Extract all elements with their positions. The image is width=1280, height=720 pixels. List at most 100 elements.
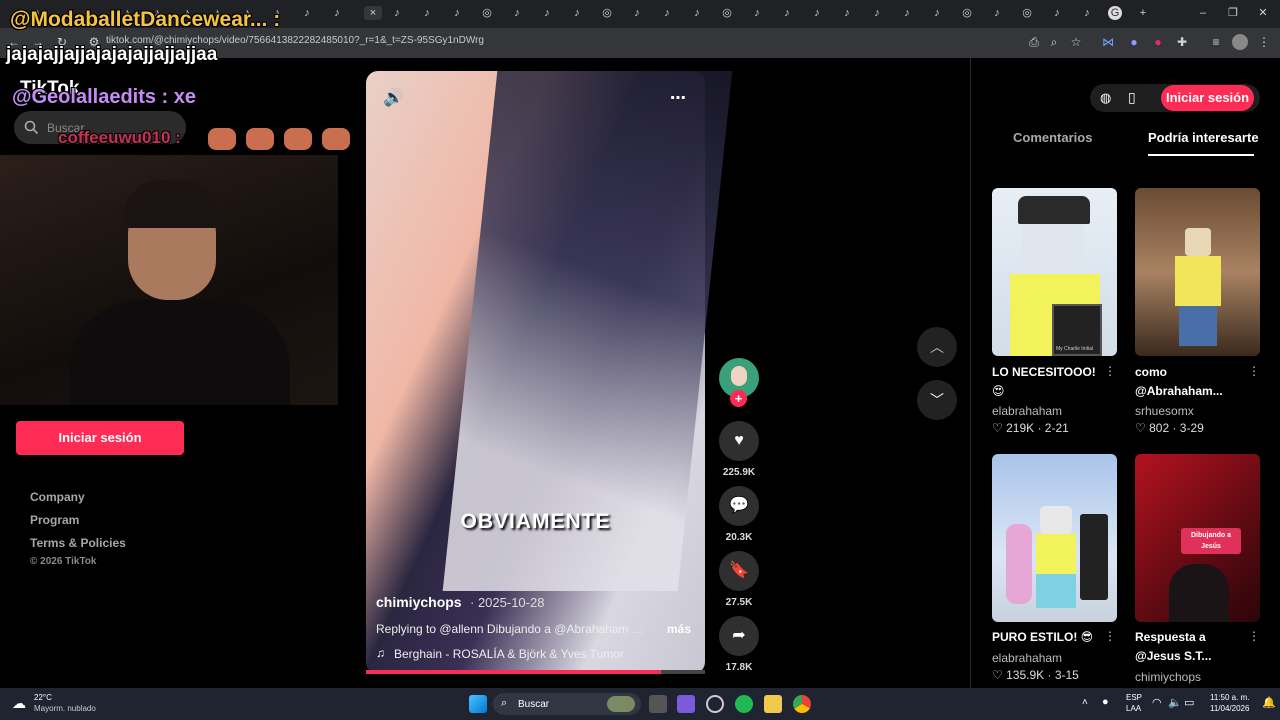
extension-icon[interactable]: ● <box>1150 34 1166 50</box>
task-view-icon[interactable] <box>649 695 667 713</box>
card-more-icon[interactable]: ⋮ <box>1104 629 1116 643</box>
tab-search-icon[interactable]: ≡ <box>1208 34 1224 50</box>
card-user[interactable]: chimiychops <box>1135 670 1201 684</box>
follow-plus-icon[interactable]: + <box>730 390 747 407</box>
tiktok-tab-icon[interactable]: ♪ <box>300 6 314 20</box>
comment-icon[interactable]: 💬 <box>719 486 759 526</box>
video-music[interactable]: Berghain - ROSALÍA & Björk & Yves Tumor <box>394 647 624 661</box>
zoom-icon[interactable]: ⌕ <box>1046 34 1062 50</box>
input-language-variant[interactable]: LAA <box>1126 704 1141 713</box>
install-icon[interactable]: ⎙ <box>1026 34 1042 50</box>
windows-start-icon[interactable] <box>469 695 487 713</box>
more-options-icon[interactable]: ⋯ <box>670 88 686 108</box>
tiktok-tab-icon[interactable]: ♪ <box>930 6 944 20</box>
chrome-icon[interactable] <box>793 695 811 713</box>
close-window-button[interactable]: ✕ <box>1256 6 1270 20</box>
clock-time[interactable]: 11:50 a. m. <box>1210 693 1249 702</box>
notification-bell-icon[interactable]: 🔔 <box>1262 696 1276 709</box>
globe-tab-icon[interactable]: ◎ <box>960 6 974 20</box>
clock-date[interactable]: 11/04/2026 <box>1210 704 1249 713</box>
volume-icon[interactable]: 🔊 <box>383 88 404 108</box>
widgets-app-icon[interactable] <box>677 695 695 713</box>
tiktok-tab-icon[interactable]: ♪ <box>990 6 1004 20</box>
tray-app-icon[interactable]: ● <box>1102 696 1109 708</box>
extension-icon[interactable]: ⋈ <box>1100 34 1116 50</box>
card-thumbnail[interactable]: My Charlie Initial <box>992 188 1117 356</box>
tiktok-tab-icon[interactable]: ♪ <box>1050 6 1064 20</box>
menu-kebab-icon[interactable]: ⋮ <box>1256 34 1272 50</box>
tab-comentarios[interactable]: Comentarios <box>1013 130 1092 145</box>
globe-tab-icon[interactable]: ◎ <box>720 6 734 20</box>
tiktok-tab-icon[interactable]: ♪ <box>540 6 554 20</box>
footer-link-company[interactable]: Company <box>30 490 85 504</box>
tiktok-tab-icon[interactable]: ♪ <box>810 6 824 20</box>
tiktok-tab-icon[interactable]: ♪ <box>330 6 344 20</box>
app-icon[interactable] <box>706 695 724 713</box>
extension-icon[interactable]: ● <box>1126 34 1142 50</box>
footer-link-program[interactable]: Program <box>30 513 79 527</box>
spotify-icon[interactable] <box>735 695 753 713</box>
card-more-icon[interactable]: ⋮ <box>1248 364 1260 378</box>
tiktok-tab-icon[interactable]: ♪ <box>1080 6 1094 20</box>
tiktok-tab-icon[interactable]: ♪ <box>630 6 644 20</box>
tiktok-tab-icon[interactable]: ♪ <box>660 6 674 20</box>
tab-podria-interesarte[interactable]: Podría interesarte <box>1148 130 1259 145</box>
extensions-puzzle-icon[interactable]: ✚ <box>1174 34 1190 50</box>
like-heart-icon[interactable]: ♥ <box>719 421 759 461</box>
card-user[interactable]: elabrahaham <box>992 651 1062 665</box>
device-icon[interactable]: ▯ <box>1128 89 1136 106</box>
tiktok-tab-icon[interactable]: ♪ <box>570 6 584 20</box>
next-video-chevron-down-icon[interactable]: ﹀ <box>917 380 957 420</box>
restore-button[interactable]: ❐ <box>1226 6 1240 20</box>
tiktok-tab-icon[interactable]: ♪ <box>390 6 404 20</box>
card-more-icon[interactable]: ⋮ <box>1248 629 1260 643</box>
video-progress-bar[interactable] <box>366 670 705 674</box>
google-tab-icon[interactable]: G <box>1108 6 1122 20</box>
login-button-header[interactable]: Iniciar sesión <box>1161 85 1254 111</box>
caption-more-button[interactable]: más <box>667 622 691 636</box>
card-thumbnail[interactable] <box>1135 188 1260 356</box>
input-language[interactable]: ESP <box>1126 693 1142 702</box>
weather-cloud-icon[interactable]: ☁ <box>12 695 26 712</box>
footer-link-terms[interactable]: Terms & Policies <box>30 536 126 550</box>
tiktok-tab-icon[interactable]: ♪ <box>510 6 524 20</box>
video-author[interactable]: chimiychops <box>376 594 462 610</box>
active-tab-close-icon[interactable]: × <box>364 6 382 20</box>
globe-tab-icon[interactable]: ◎ <box>480 6 494 20</box>
globe-tab-icon[interactable]: ◎ <box>1020 6 1034 20</box>
card-thumbnail[interactable]: Dibujando a Jesús <box>1135 454 1260 622</box>
share-icon[interactable]: ➦ <box>719 616 759 656</box>
new-tab-button[interactable]: + <box>1136 6 1150 20</box>
tiktok-tab-icon[interactable]: ♪ <box>780 6 794 20</box>
card-more-icon[interactable]: ⋮ <box>1104 364 1116 378</box>
tiktok-tab-icon[interactable]: ♪ <box>900 6 914 20</box>
login-button[interactable]: Iniciar sesión <box>16 421 184 455</box>
tiktok-tab-icon[interactable]: ♪ <box>450 6 464 20</box>
tiktok-tab-icon[interactable]: ♪ <box>870 6 884 20</box>
battery-icon[interactable]: ▭ <box>1184 696 1194 709</box>
tray-chevron-up-icon[interactable]: ˄ <box>1082 697 1088 708</box>
card-user[interactable]: elabrahaham <box>992 404 1062 418</box>
tiktok-tab-icon[interactable]: ♪ <box>840 6 854 20</box>
card-title[interactable]: como @Abrahaham... <box>1135 363 1245 401</box>
card-title[interactable]: LO NECESITOOO! 😍 <box>992 363 1102 401</box>
speaker-icon[interactable]: 🔈 <box>1168 696 1182 709</box>
card-title[interactable]: Respuesta a @Jesus S.T... <box>1135 628 1245 666</box>
file-explorer-icon[interactable] <box>764 695 782 713</box>
weather-desc[interactable]: Mayorm. nublado <box>34 704 96 713</box>
tiktok-tab-icon[interactable]: ♪ <box>420 6 434 20</box>
previous-video-chevron-up-icon[interactable]: ︿ <box>917 327 957 367</box>
wifi-icon[interactable]: ◠ <box>1152 696 1162 709</box>
tiktok-tab-icon[interactable]: ♪ <box>750 6 764 20</box>
bookmark-star-icon[interactable]: ☆ <box>1068 34 1084 50</box>
card-thumbnail[interactable] <box>992 454 1117 622</box>
weather-temp[interactable]: 22°C <box>34 693 52 702</box>
tiktok-tab-icon[interactable]: ♪ <box>690 6 704 20</box>
bookmark-icon[interactable]: 🔖 <box>719 551 759 591</box>
globe-tab-icon[interactable]: ◎ <box>600 6 614 20</box>
card-title[interactable]: PURO ESTILO! 😎 <box>992 628 1102 647</box>
taskbar-search[interactable]: ⌕ Buscar <box>493 693 641 715</box>
profile-avatar[interactable] <box>1232 34 1248 50</box>
compass-icon[interactable]: ◍ <box>1100 90 1111 106</box>
minimize-button[interactable]: – <box>1196 6 1210 20</box>
